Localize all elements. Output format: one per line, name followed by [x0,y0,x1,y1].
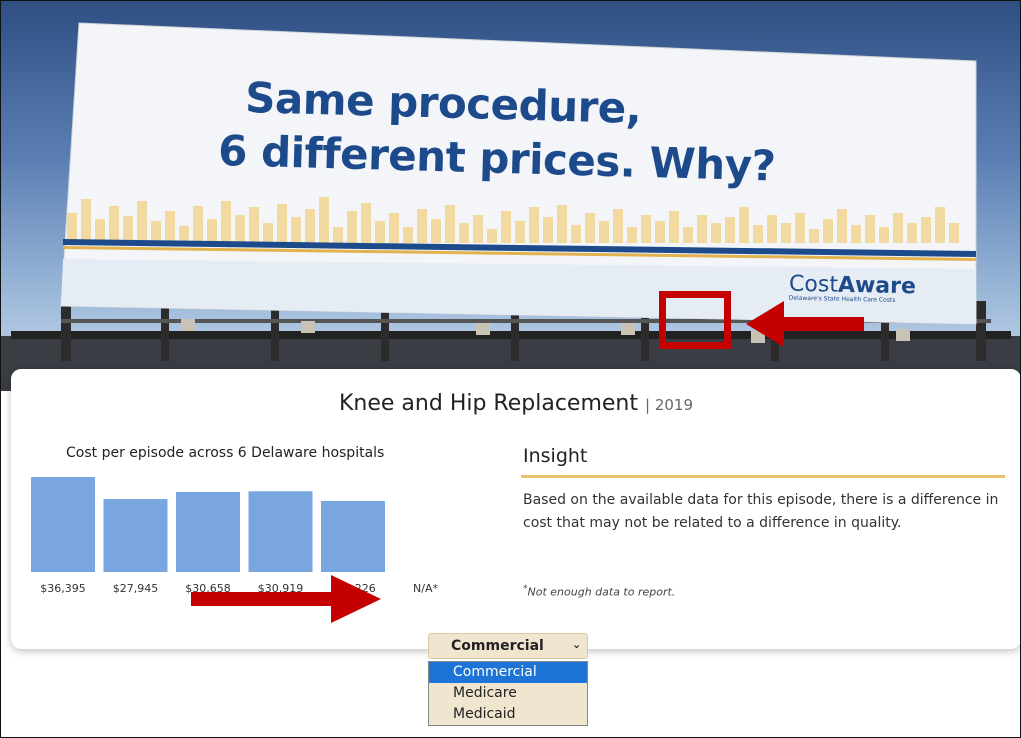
chart-bar [103,499,168,572]
chevron-down-icon: ⌄ [572,638,582,651]
chart-bar [248,491,313,572]
payer-select[interactable]: Commercial ⌄ [428,633,588,659]
chart-title: Cost per episode across 6 Delaware hospi… [66,445,385,461]
footnote: *Not enough data to report. [523,584,675,599]
payer-option-commercial[interactable]: Commercial [429,662,587,683]
episode-year: | 2019 [645,396,693,414]
payer-select-value: Commercial [451,638,544,654]
episode-card: Knee and Hip Replacement | 2019 Cost per… [11,369,1020,649]
billboard-image [1,22,1020,391]
costaware-logo: CostAware Delaware's State Health Care C… [789,272,916,305]
chart-bar [176,491,240,572]
chart-bar [321,500,385,572]
screenshot-frame: Same procedure, 6 different prices. Why?… [0,0,1021,738]
chart-bar [31,477,95,572]
episode-title: Knee and Hip Replacement [339,391,638,416]
brand-name-part1: Cost [788,271,839,298]
payer-dropdown-list: Commercial Medicare Medicaid [428,661,588,726]
payer-option-medicare[interactable]: Medicare [429,683,587,704]
annotation-highlight-box [659,291,731,349]
insight-divider [521,475,1005,478]
card-title: Knee and Hip Replacement | 2019 [11,391,1020,416]
insight-body: Based on the available data for this epi… [523,492,999,531]
chart-value-label: $27,945 [113,582,159,595]
annotation-arrow-right-icon [191,575,381,623]
annotation-arrow-left-icon [746,301,864,347]
insight-heading: Insight [523,445,588,467]
footnote-text: Not enough data to report. [527,585,676,599]
payer-option-medicaid[interactable]: Medicaid [429,704,587,725]
chart-value-label: N/A* [413,582,438,595]
chart-value-label: $36,395 [40,582,86,595]
